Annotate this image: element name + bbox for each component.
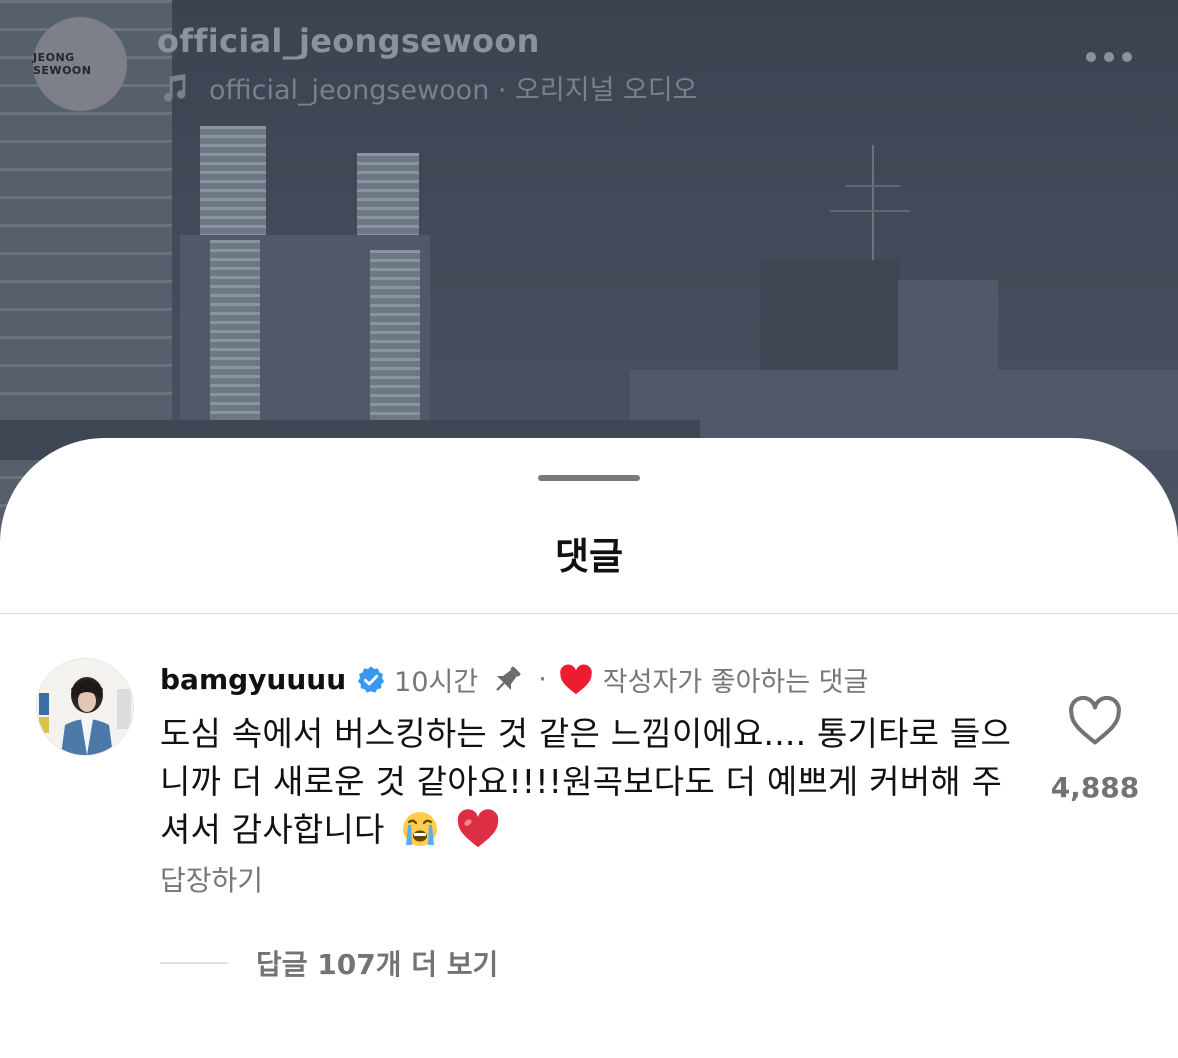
avatar-logo-text: JEONG SEWOON [33, 51, 92, 77]
comment-meta: bamgyuuuu 10시간 · 작성자가 좋아하는 댓글 [160, 660, 868, 699]
meta-separator: · [538, 664, 547, 695]
sheet-title: 댓글 [554, 535, 624, 578]
commenter-avatar[interactable] [36, 658, 134, 756]
comment-body: 도심 속에서 버스킹하는 것 같은 느낌이에요.... 통기타로 들으니까 더 … [160, 710, 1020, 854]
commenter-username[interactable]: bamgyuuuu [160, 663, 346, 696]
verified-badge-icon [358, 665, 385, 693]
tower-left-lower [210, 240, 260, 430]
red-heart-icon [457, 809, 499, 848]
comments-sheet: 댓글 bamgyuuuu 10시간 · 작성자가 좋아하는 댓글 도심 속에서 … [0, 438, 1178, 1058]
divider [0, 613, 1178, 614]
crying-face-icon [403, 812, 438, 846]
audio-label: official_jeongsewoon · 오리지널 오디오 [209, 75, 698, 106]
antenna-bar [830, 210, 910, 212]
comment-text: 도심 속에서 버스킹하는 것 같은 느낌이에요.... 통기타로 들으니까 더 … [160, 714, 1012, 849]
more-replies-label: 답글 107개 더 보기 [256, 948, 499, 981]
author-username[interactable]: official_jeongsewoon [157, 22, 540, 60]
like-count: 4,888 [1050, 771, 1140, 804]
view-more-replies[interactable]: 답글 107개 더 보기 [160, 943, 498, 983]
replies-line [160, 962, 228, 964]
like-heart-icon[interactable] [1068, 696, 1122, 746]
avatar-photo [37, 659, 133, 755]
author-heart-icon [560, 664, 592, 694]
music-note-icon [164, 73, 186, 101]
author-liked-label: 작성자가 좋아하는 댓글 [602, 667, 869, 698]
audio-info[interactable]: official_jeongsewoon · 오리지널 오디오 [157, 68, 698, 107]
comment-time: 10시간 [394, 667, 479, 698]
tower-right-lower [370, 250, 420, 430]
reply-button[interactable]: 답장하기 [160, 859, 263, 899]
antenna [872, 145, 874, 260]
more-options-icon[interactable] [1086, 52, 1132, 62]
author-avatar[interactable]: JEONG SEWOON [33, 17, 127, 111]
pin-icon [496, 666, 521, 691]
drag-handle[interactable] [538, 475, 640, 481]
antenna-bar [845, 185, 900, 187]
